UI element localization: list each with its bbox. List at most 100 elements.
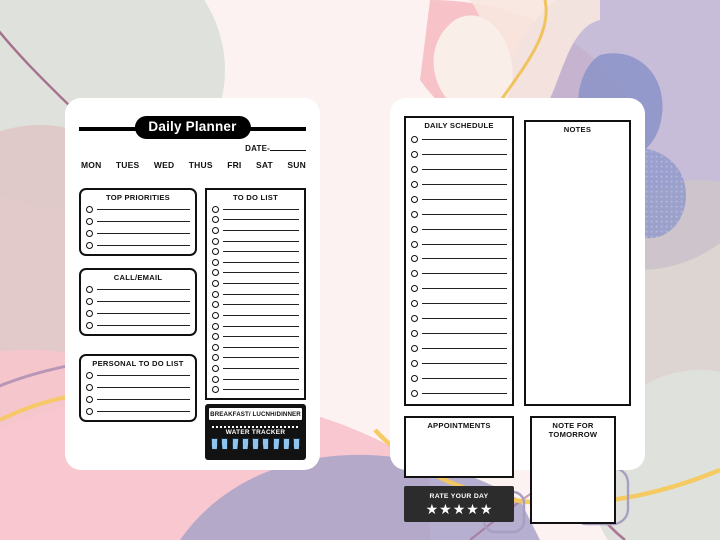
checkbox-circle-icon[interactable] [86,241,93,249]
checklist-row[interactable] [212,322,299,330]
write-line[interactable] [223,346,299,348]
star-icon[interactable]: ★ [453,502,466,516]
checkbox-circle-icon[interactable] [212,227,219,235]
checkbox-circle-icon[interactable] [212,386,219,394]
checkbox-circle-icon[interactable] [86,298,93,306]
write-line[interactable] [422,183,507,185]
checklist-row[interactable] [86,241,190,249]
checklist-row[interactable] [411,270,507,278]
checklist-row[interactable] [411,150,507,158]
water-cup-icon[interactable] [252,437,259,450]
write-line[interactable] [223,314,299,316]
checkbox-circle-icon[interactable] [411,180,418,188]
water-cups[interactable] [209,437,302,450]
checkbox-circle-icon[interactable] [411,389,418,397]
water-cup-icon[interactable] [262,437,270,450]
checklist-row[interactable] [86,218,190,226]
write-line[interactable] [422,168,507,170]
checkbox-circle-icon[interactable] [86,309,93,317]
checkbox-circle-icon[interactable] [411,300,418,308]
water-cup-icon[interactable] [221,437,229,450]
write-line[interactable] [223,304,299,306]
checkbox-circle-icon[interactable] [212,205,219,213]
checkbox-circle-icon[interactable] [411,345,418,353]
checkbox-circle-icon[interactable] [212,333,219,341]
checklist-row[interactable] [86,286,190,294]
write-line[interactable] [422,213,507,215]
star-icon[interactable]: ★ [426,502,439,516]
checklist-row[interactable] [86,206,190,214]
checklist-row[interactable] [86,298,190,306]
checkbox-circle-icon[interactable] [86,372,93,380]
checklist-row[interactable] [212,354,299,362]
checklist-row[interactable] [212,248,299,256]
checkbox-circle-icon[interactable] [411,255,418,263]
checklist-row[interactable] [212,269,299,277]
write-line[interactable] [97,375,190,377]
checklist-row[interactable] [411,374,507,382]
checkbox-circle-icon[interactable] [411,225,418,233]
checkbox-circle-icon[interactable] [212,301,219,309]
write-line[interactable] [223,272,299,274]
checkbox-circle-icon[interactable] [212,322,219,330]
water-cup-icon[interactable] [272,437,280,450]
checklist-row[interactable] [411,225,507,233]
checkbox-circle-icon[interactable] [411,135,418,143]
checklist-row[interactable] [212,301,299,309]
checklist-row[interactable] [411,195,507,203]
write-line[interactable] [97,312,190,314]
write-line[interactable] [223,230,299,232]
rating-stars[interactable]: ★ ★ ★ ★ ★ [426,502,493,516]
water-cup-icon[interactable] [282,437,290,450]
weekday-tues[interactable]: TUES [116,160,139,170]
write-line[interactable] [422,333,507,335]
checklist-row[interactable] [86,372,190,380]
write-line[interactable] [422,228,507,230]
checklist-row[interactable] [411,345,507,353]
checkbox-circle-icon[interactable] [411,374,418,382]
write-line[interactable] [223,389,299,391]
checklist-row[interactable] [86,321,190,329]
write-line[interactable] [223,336,299,338]
checklist-row[interactable] [411,360,507,368]
write-line[interactable] [97,410,190,412]
checklist-row[interactable] [411,165,507,173]
write-line[interactable] [422,348,507,350]
write-line[interactable] [422,198,507,200]
write-line[interactable] [223,261,299,263]
checklist-row[interactable] [212,258,299,266]
water-cup-icon[interactable] [231,437,239,450]
appointments-box[interactable]: APPOINTMENTS [404,416,514,478]
checkbox-circle-icon[interactable] [411,330,418,338]
write-line[interactable] [422,258,507,260]
star-icon[interactable]: ★ [480,502,493,516]
write-line[interactable] [97,324,190,326]
write-line[interactable] [97,301,190,303]
checkbox-circle-icon[interactable] [212,364,219,372]
checklist-row[interactable] [212,280,299,288]
checklist-row[interactable] [212,290,299,298]
checklist-row[interactable] [411,180,507,188]
write-line[interactable] [97,398,190,400]
checklist-row[interactable] [411,389,507,397]
write-line[interactable] [223,219,299,221]
checkbox-circle-icon[interactable] [86,384,93,392]
checklist-row[interactable] [411,315,507,323]
checkbox-circle-icon[interactable] [411,270,418,278]
checkbox-circle-icon[interactable] [86,395,93,403]
notes-box[interactable]: NOTES [524,120,631,406]
write-line[interactable] [422,153,507,155]
write-line[interactable] [422,377,507,379]
checkbox-circle-icon[interactable] [212,311,219,319]
checklist-row[interactable] [212,216,299,224]
write-line[interactable] [97,221,190,223]
write-line[interactable] [223,208,299,210]
checkbox-circle-icon[interactable] [411,150,418,158]
checklist-row[interactable] [212,364,299,372]
checkbox-circle-icon[interactable] [411,195,418,203]
write-line[interactable] [223,240,299,242]
checkbox-circle-icon[interactable] [212,375,219,383]
write-line[interactable] [223,251,299,253]
checkbox-circle-icon[interactable] [86,206,93,214]
star-icon[interactable]: ★ [439,502,452,516]
